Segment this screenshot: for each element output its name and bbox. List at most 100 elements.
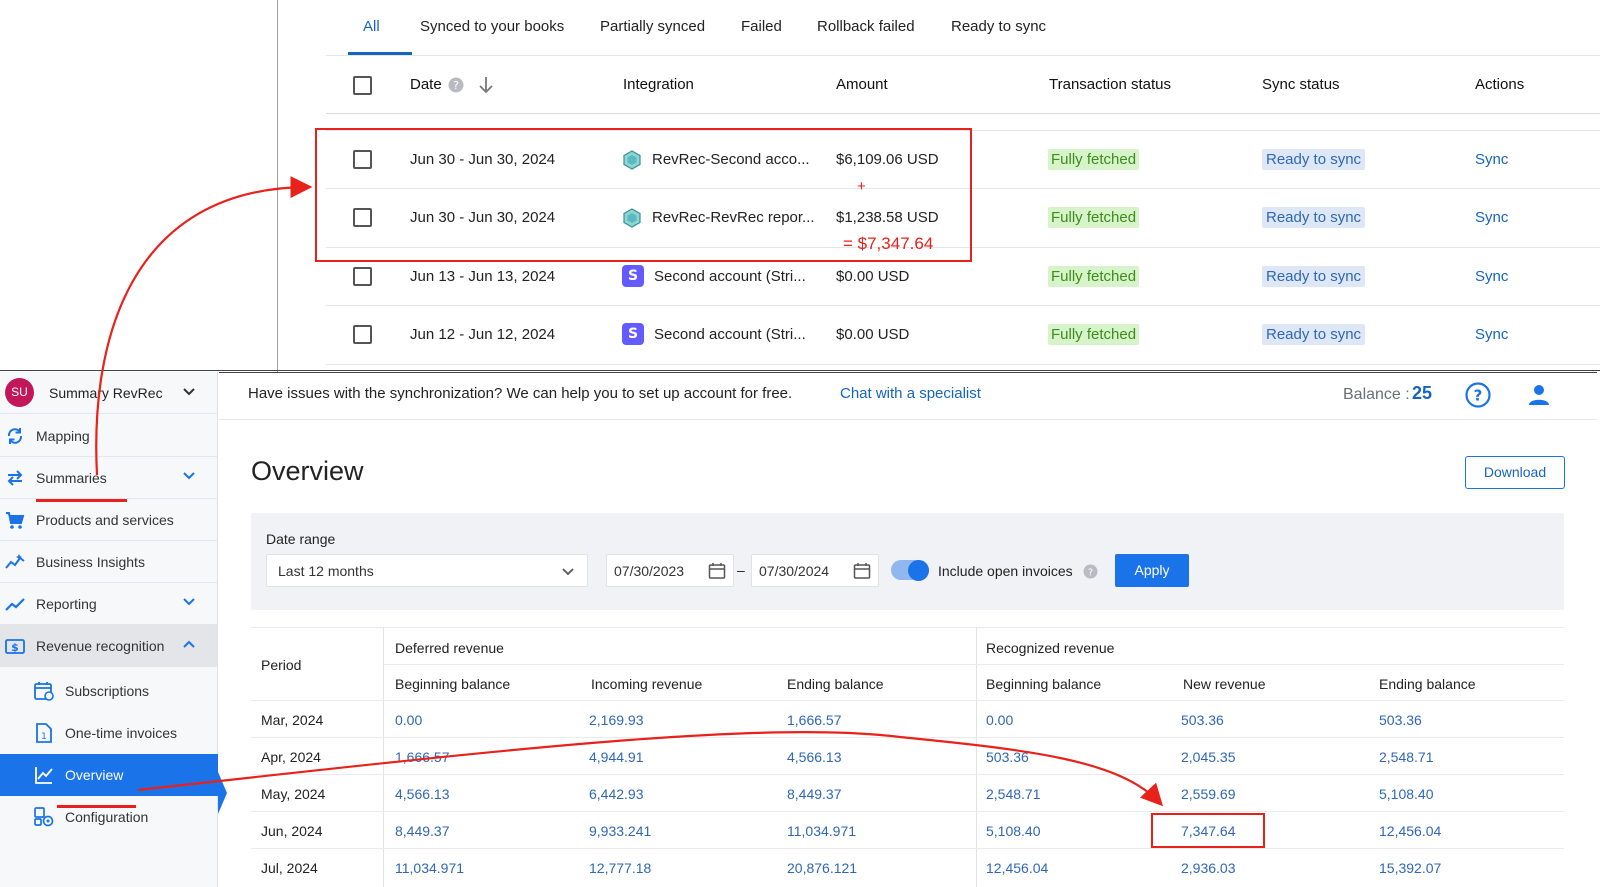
deferred-beginning-cell[interactable]: 4,566.13 (395, 786, 450, 802)
recognized-beginning-cell[interactable]: 5,108.40 (986, 823, 1041, 839)
deferred-ending-cell[interactable]: 1,666.57 (787, 712, 842, 728)
deferred-incoming-cell[interactable]: 2,169.93 (589, 712, 644, 728)
help-icon[interactable]: ? (448, 77, 464, 93)
sidebar-item-label: Configuration (65, 809, 149, 825)
sync-link[interactable]: Sync (1475, 209, 1508, 226)
sidebar-item-label: Products and services (36, 512, 174, 528)
row-divider (326, 130, 1600, 131)
sidebar-item-products[interactable]: Products and services (0, 499, 218, 541)
sync-link[interactable]: Sync (1475, 326, 1508, 343)
sync-link[interactable]: Sync (1475, 151, 1508, 168)
deferred-beginning-cell[interactable]: 0.00 (395, 712, 422, 728)
recognized-new-cell[interactable]: 503.36 (1181, 712, 1224, 728)
chevron-down-icon (183, 598, 195, 606)
actions-header: Actions (1475, 76, 1525, 93)
overview-underline (57, 805, 136, 808)
sidebar-item-label: Revenue recognition (36, 638, 165, 654)
svg-text:?: ? (1474, 387, 1483, 405)
row-divider (326, 247, 1600, 248)
transaction-status-badge: Fully fetched (1048, 207, 1140, 228)
chat-specialist-link[interactable]: Chat with a specialist (840, 385, 981, 402)
user-account-icon[interactable] (1527, 383, 1551, 407)
page-title: Overview (251, 456, 364, 486)
active-tab-indicator (348, 52, 412, 55)
sidebar-subitem-overview[interactable]: Overview (0, 754, 218, 796)
table-row-divider (251, 848, 1564, 849)
account-switcher[interactable]: SU Summary RevRec (0, 372, 218, 414)
deferred-beginning-cell[interactable]: 8,449.37 (395, 823, 450, 839)
row-checkbox[interactable] (353, 325, 372, 344)
date-range-select[interactable]: Last 12 months (266, 554, 588, 587)
sidebar-item-revenue-recognition[interactable]: $ Revenue recognition (0, 625, 218, 667)
sync-link[interactable]: Sync (1475, 268, 1508, 285)
deferred-incoming-cell[interactable]: 12,777.18 (589, 860, 651, 876)
tab-rollback-failed[interactable]: Rollback failed (817, 18, 915, 35)
row-date: Jun 12 - Jun 12, 2024 (410, 326, 556, 343)
recognized-beginning-cell[interactable]: 503.36 (986, 749, 1029, 765)
row-amount: $6,109.06 USD (836, 151, 939, 168)
recognized-beginning-cell[interactable]: 12,456.04 (986, 860, 1048, 876)
date-range-label: Date range (266, 531, 336, 547)
deferred-ending-cell[interactable]: 8,449.37 (787, 786, 842, 802)
tab-partially-synced[interactable]: Partially synced (600, 18, 705, 35)
recognized-ending-cell[interactable]: 12,456.04 (1379, 823, 1441, 839)
apply-button[interactable]: Apply (1115, 554, 1189, 587)
calendar-icon[interactable] (708, 562, 726, 580)
sync-status-badge: Ready to sync (1262, 207, 1366, 228)
panel-divider (277, 0, 278, 372)
active-item-notch (218, 772, 227, 814)
sidebar-subitem-one-time-invoices[interactable]: 1 One-time invoices (0, 712, 218, 754)
recognized-ending-cell[interactable]: 2,548.71 (1379, 749, 1434, 765)
cart-icon (6, 512, 25, 529)
sidebar-subitem-configuration[interactable]: Configuration (0, 796, 218, 838)
period-cell: Jul, 2024 (261, 860, 318, 876)
deferred-incoming-cell[interactable]: 9,933.241 (589, 823, 651, 839)
header-divider (326, 113, 1600, 114)
period-cell: May, 2024 (261, 786, 326, 802)
recognized-ending-cell[interactable]: 15,392.07 (1379, 860, 1441, 876)
recognized-beginning-header: Beginning balance (986, 676, 1102, 692)
tab-ready-to-sync[interactable]: Ready to sync (951, 18, 1046, 35)
recognized-new-cell[interactable]: 2,045.35 (1181, 749, 1236, 765)
deferred-ending-cell[interactable]: 4,566.13 (787, 749, 842, 765)
date-header[interactable]: Date (410, 76, 442, 93)
recognized-new-cell[interactable]: 7,347.64 (1181, 823, 1236, 839)
status-tabs: All Synced to your books Partially synce… (326, 0, 1600, 56)
sidebar-item-reporting[interactable]: Reporting (0, 583, 218, 625)
row-checkbox[interactable] (353, 208, 372, 227)
recognized-new-cell[interactable]: 2,559.69 (1181, 786, 1236, 802)
help-circle-icon[interactable]: ? (1465, 382, 1491, 408)
deferred-ending-header: Ending balance (787, 676, 884, 692)
row-integration: RevRec-Second acco... (652, 151, 810, 168)
start-date-input[interactable]: 07/30/2023 (606, 554, 734, 587)
sidebar-item-summaries[interactable]: Summaries (0, 457, 218, 499)
recognized-beginning-cell[interactable]: 0.00 (986, 712, 1013, 728)
help-icon[interactable]: ? (1083, 564, 1098, 579)
tab-all[interactable]: All (363, 18, 380, 35)
deferred-incoming-cell[interactable]: 4,944.91 (589, 749, 644, 765)
svg-text:$: $ (11, 641, 19, 654)
download-button[interactable]: Download (1465, 456, 1565, 489)
deferred-ending-cell[interactable]: 11,034.971 (787, 823, 856, 839)
sidebar-item-business-insights[interactable]: Business Insights (0, 541, 218, 583)
sidebar-subitem-subscriptions[interactable]: Subscriptions (0, 670, 218, 712)
sidebar-item-mapping[interactable]: Mapping (0, 415, 218, 457)
end-date-value: 07/30/2024 (759, 563, 830, 579)
calendar-icon[interactable] (853, 562, 871, 580)
balance-label: Balance : (1343, 386, 1410, 403)
row-checkbox[interactable] (353, 150, 372, 169)
row-checkbox[interactable] (353, 267, 372, 286)
recognized-ending-cell[interactable]: 503.36 (1379, 712, 1422, 728)
tab-synced[interactable]: Synced to your books (420, 18, 564, 35)
end-date-input[interactable]: 07/30/2024 (751, 554, 879, 587)
deferred-ending-cell[interactable]: 20,876.121 (787, 860, 857, 876)
recognized-ending-cell[interactable]: 5,108.40 (1379, 786, 1434, 802)
deferred-incoming-cell[interactable]: 6,442.93 (589, 786, 644, 802)
tab-failed[interactable]: Failed (741, 18, 782, 35)
sort-down-icon[interactable] (477, 75, 495, 95)
recognized-new-cell[interactable]: 2,936.03 (1181, 860, 1236, 876)
recognized-beginning-cell[interactable]: 2,548.71 (986, 786, 1041, 802)
deferred-beginning-cell[interactable]: 1,666.57 (395, 749, 450, 765)
select-all-checkbox[interactable] (353, 76, 372, 95)
deferred-beginning-cell[interactable]: 11,034.971 (395, 860, 464, 876)
